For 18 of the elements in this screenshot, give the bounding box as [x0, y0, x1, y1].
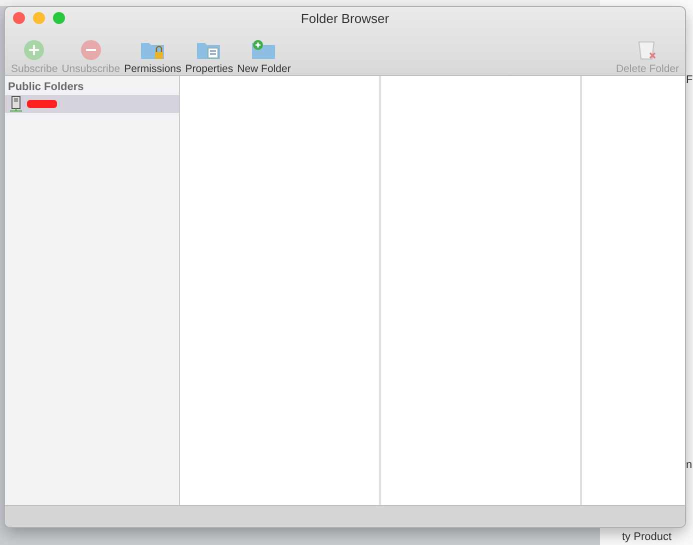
server-icon — [10, 96, 22, 112]
zoom-button[interactable] — [53, 12, 65, 24]
new-folder-button[interactable]: New Folder — [235, 39, 293, 75]
background-text: n — [686, 459, 692, 472]
trash-icon — [636, 39, 658, 61]
sidebar-item[interactable] — [5, 95, 179, 113]
close-button[interactable] — [13, 12, 25, 24]
minus-circle-icon — [80, 39, 102, 61]
sidebar-header: Public Folders — [7, 80, 85, 95]
folder-plus-icon — [250, 39, 277, 61]
add-circle-icon — [23, 39, 46, 61]
redaction-mark — [27, 100, 57, 108]
minimize-button[interactable] — [33, 12, 45, 24]
background-text: ty Product — [622, 531, 672, 544]
permissions-button[interactable]: Permissions — [122, 39, 184, 75]
background-text: F — [686, 74, 693, 87]
properties-button[interactable]: Properties — [183, 39, 236, 75]
window-title: Folder Browser — [300, 11, 390, 26]
